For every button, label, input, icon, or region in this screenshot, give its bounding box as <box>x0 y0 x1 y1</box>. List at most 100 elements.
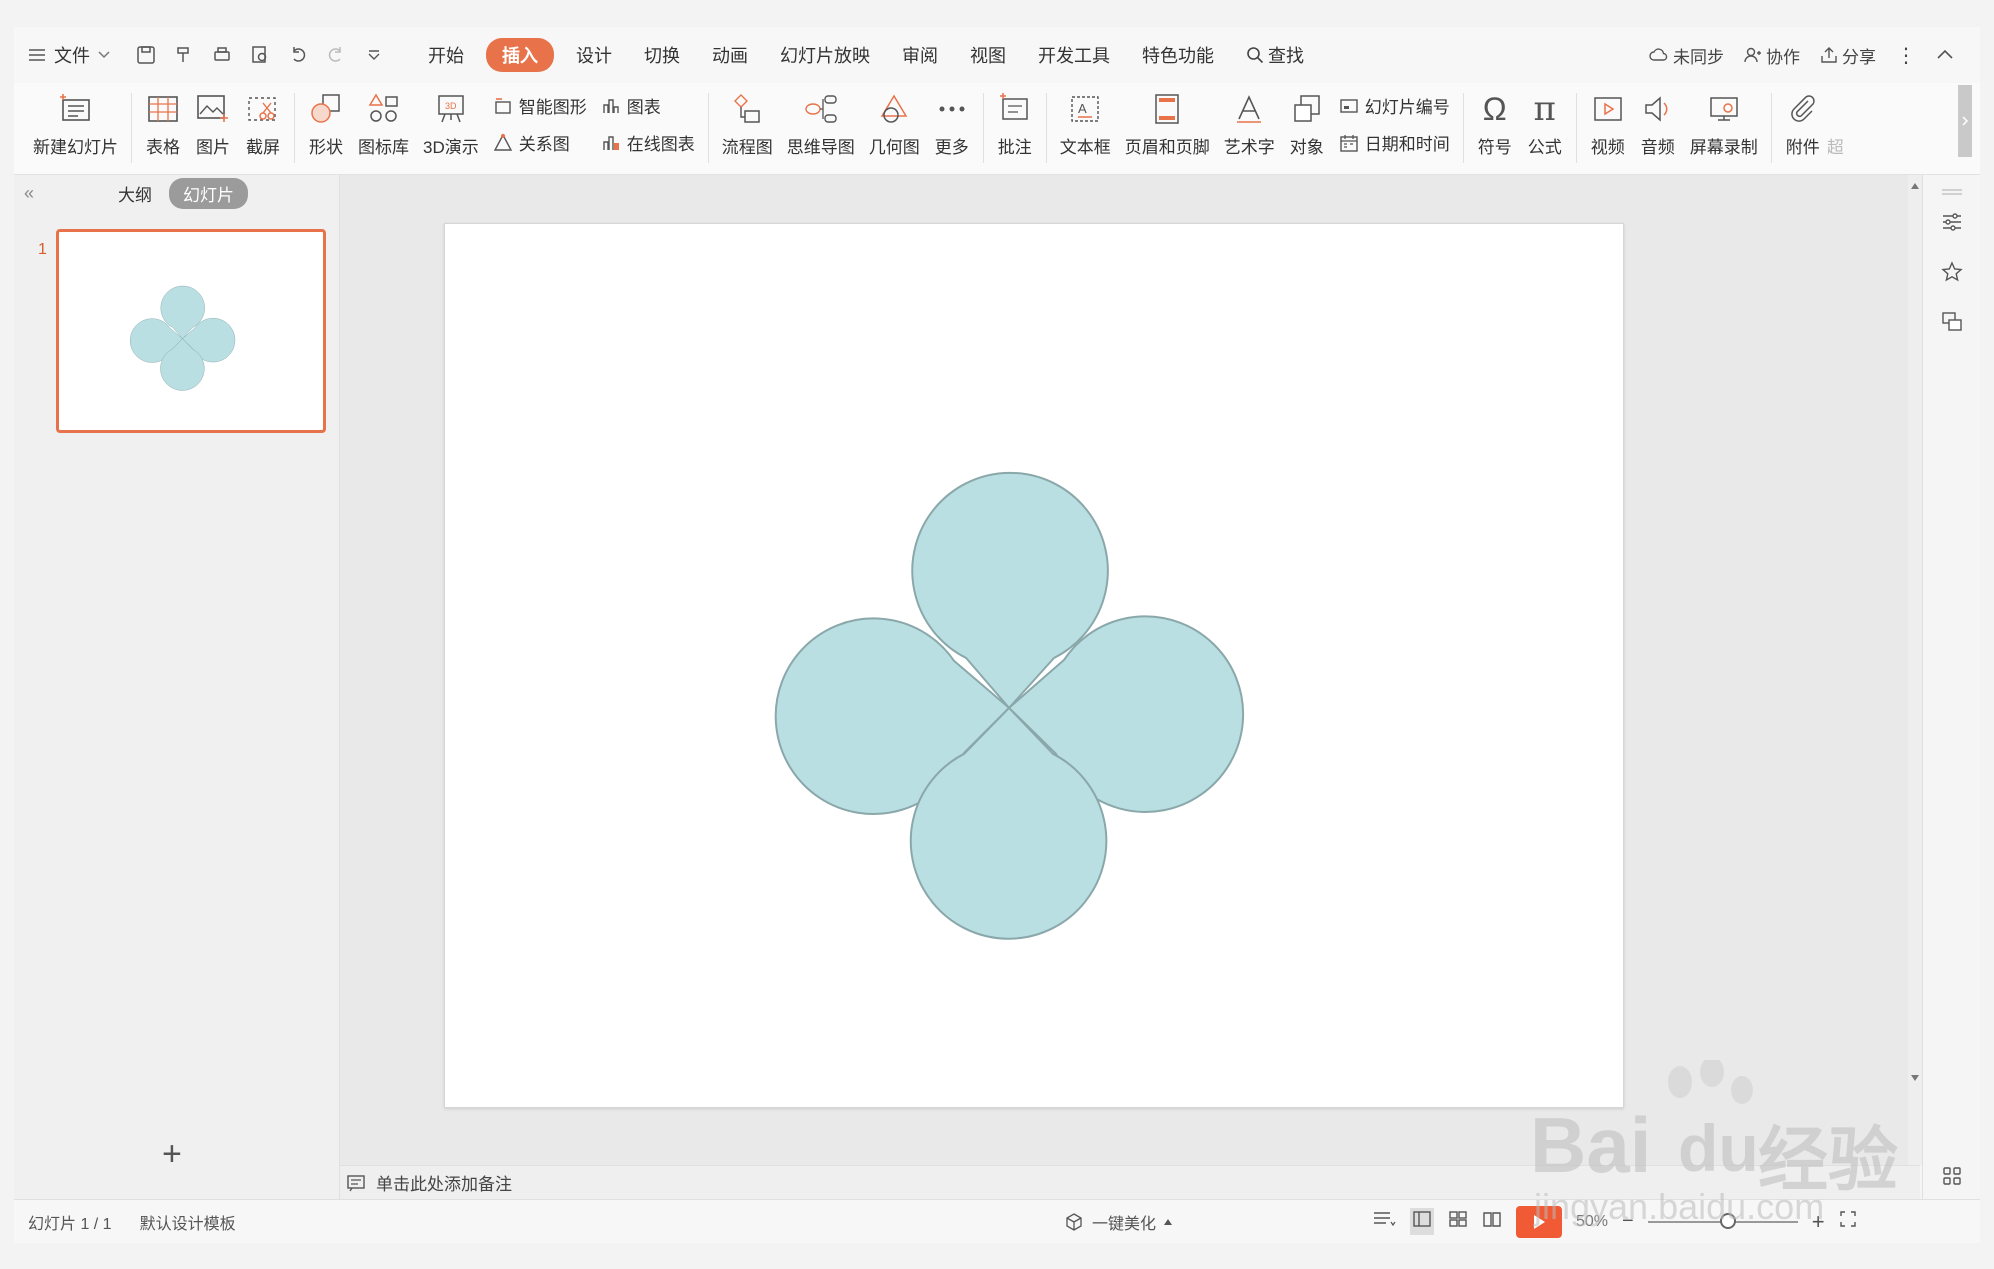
tab-animation[interactable]: 动画 <box>696 38 764 72</box>
save-icon[interactable] <box>134 43 158 67</box>
sidebar-handle-icon <box>1939 179 1965 205</box>
watermark-brand-du: du <box>1678 1111 1759 1185</box>
wordart-label: 艺术字 <box>1223 138 1275 157</box>
add-slide-button[interactable]: + <box>162 1135 182 1174</box>
object-icon <box>1289 91 1325 127</box>
object-label: 对象 <box>1289 138 1324 157</box>
icon-library-button[interactable]: 图标库 <box>351 83 416 158</box>
slide-canvas[interactable] <box>444 223 1624 1108</box>
tab-developer[interactable]: 开发工具 <box>1022 38 1126 72</box>
screenshot-button[interactable]: 截屏 <box>238 83 288 158</box>
online-chart-icon <box>603 135 619 150</box>
notes-placeholder: 单击此处添加备注 <box>376 1175 512 1194</box>
collapse-ribbon-icon[interactable] <box>1936 45 1954 65</box>
new-slide-button[interactable]: 新建幻灯片 <box>26 83 125 158</box>
beautify-label: 一键美化 <box>1092 1215 1157 1233</box>
undo-icon[interactable] <box>286 43 310 67</box>
slide-number-button[interactable]: 幻灯片编号 <box>1339 93 1450 118</box>
tab-home[interactable]: 开始 <box>412 38 480 72</box>
tab-design[interactable]: 设计 <box>560 38 628 72</box>
comment-label: 批注 <box>997 138 1032 157</box>
tab-features[interactable]: 特色功能 <box>1126 38 1230 72</box>
header-footer-button[interactable]: 页眉和页脚 <box>1118 83 1217 158</box>
normal-view-icon[interactable] <box>1410 1208 1434 1235</box>
baidu-jingyan-watermark: Bai du 经验 jingyan.baidu.com <box>1530 1060 1950 1227</box>
tab-slides[interactable]: 幻灯片 <box>169 177 248 209</box>
flowchart-button[interactable]: 流程图 <box>715 83 780 158</box>
chart-button[interactable]: 图表 <box>601 93 695 118</box>
picture-button[interactable]: 图片 <box>188 83 238 158</box>
video-button[interactable]: 视频 <box>1583 83 1633 158</box>
mindmap-button[interactable]: 思维导图 <box>780 83 862 158</box>
shape-button[interactable]: 形状 <box>301 83 351 158</box>
3d-demo-button[interactable]: 3D 3D演示 <box>416 83 486 158</box>
sync-status-button[interactable]: 未同步 <box>1649 43 1724 68</box>
comment-button[interactable]: 批注 <box>990 83 1040 158</box>
notes-toggle-icon[interactable] <box>1372 1210 1396 1233</box>
print-preview-icon[interactable] <box>248 43 272 67</box>
textbox-button[interactable]: A 文本框 <box>1053 83 1118 158</box>
more-button[interactable]: 更多 <box>927 83 977 158</box>
template-name[interactable]: 默认设计模板 <box>140 1210 236 1234</box>
calendar-icon <box>1340 134 1358 152</box>
print-icon[interactable] <box>210 43 234 67</box>
more-menu-icon[interactable]: ⋮ <box>1896 43 1916 68</box>
tab-outline[interactable]: 大纲 <box>118 181 152 206</box>
vertical-scrollbar[interactable] <box>1908 175 1922 1165</box>
ribbon-separator <box>131 93 132 163</box>
slide-thumbnail[interactable] <box>56 229 326 433</box>
online-chart-button[interactable]: 在线图表 <box>601 130 695 155</box>
audio-button[interactable]: 音频 <box>1633 83 1683 158</box>
ribbon-separator <box>707 93 709 163</box>
beautify-button[interactable]: 一键美化 <box>1064 1210 1173 1234</box>
flowchart-icon <box>729 91 765 127</box>
relation-chart-button[interactable]: 关系图 <box>493 130 587 155</box>
tab-view[interactable]: 视图 <box>954 38 1022 72</box>
table-button[interactable]: 表格 <box>138 83 188 158</box>
thumbnail-flower-shape <box>129 285 236 391</box>
geometry-button[interactable]: 几何图 <box>862 83 927 158</box>
slide-sorter-icon[interactable] <box>1448 1210 1468 1233</box>
formula-button[interactable]: π 公式 <box>1520 83 1570 158</box>
smart-shape-button[interactable]: 智能图形 <box>493 93 587 118</box>
attachment-label: 附件 <box>1785 138 1820 157</box>
symbol-label: 符号 <box>1477 138 1512 157</box>
settings-sliders-icon[interactable] <box>1939 209 1965 235</box>
ribbon-scroll-right-button[interactable] <box>1958 85 1972 157</box>
symbol-button[interactable]: Ω 符号 <box>1470 83 1520 158</box>
collaborate-button[interactable]: 协作 <box>1744 43 1800 68</box>
attachment-button[interactable]: 附件 <box>1778 83 1828 158</box>
redo-icon[interactable] <box>324 43 348 67</box>
screen-record-button[interactable]: 屏幕录制 <box>1683 83 1765 158</box>
wordart-button[interactable]: 艺术字 <box>1217 83 1282 158</box>
shapes-icon <box>308 91 344 127</box>
search-button[interactable]: 查找 <box>1230 38 1320 72</box>
tab-slideshow[interactable]: 幻灯片放映 <box>764 38 886 72</box>
chart-group: 图表 在线图表 <box>594 83 702 155</box>
tab-insert[interactable]: 插入 <box>486 38 554 72</box>
datetime-label: 日期和时间 <box>1364 135 1450 154</box>
speaker-icon <box>1640 91 1676 127</box>
cube-icon <box>1066 1212 1082 1231</box>
flower-shape[interactable] <box>445 224 1623 1107</box>
slide-number-icon <box>1340 98 1358 113</box>
tab-transition[interactable]: 切换 <box>628 38 696 72</box>
customize-toolbar-icon[interactable] <box>362 43 386 67</box>
ribbon-separator <box>294 93 295 163</box>
datetime-button[interactable]: 日期和时间 <box>1339 130 1450 155</box>
reading-view-icon[interactable] <box>1482 1210 1502 1233</box>
hyperlink-button[interactable]: 超 <box>1828 83 1848 158</box>
format-painter-icon[interactable] <box>172 43 196 67</box>
slide-editor <box>340 175 1920 1175</box>
file-menu[interactable]: 文件 <box>14 37 124 73</box>
layers-icon[interactable] <box>1939 309 1965 335</box>
star-icon[interactable] <box>1939 259 1965 285</box>
object-button[interactable]: 对象 <box>1282 83 1332 158</box>
slide-counter: 幻灯片 1 / 1 <box>28 1215 112 1233</box>
share-button[interactable]: 分享 <box>1820 43 1876 68</box>
collapse-panel-icon[interactable]: « <box>24 183 34 204</box>
textbox-icon: A <box>1067 91 1103 127</box>
pi-icon: π <box>1533 89 1556 129</box>
shape-label: 形状 <box>309 138 343 157</box>
tab-review[interactable]: 审阅 <box>886 38 954 72</box>
